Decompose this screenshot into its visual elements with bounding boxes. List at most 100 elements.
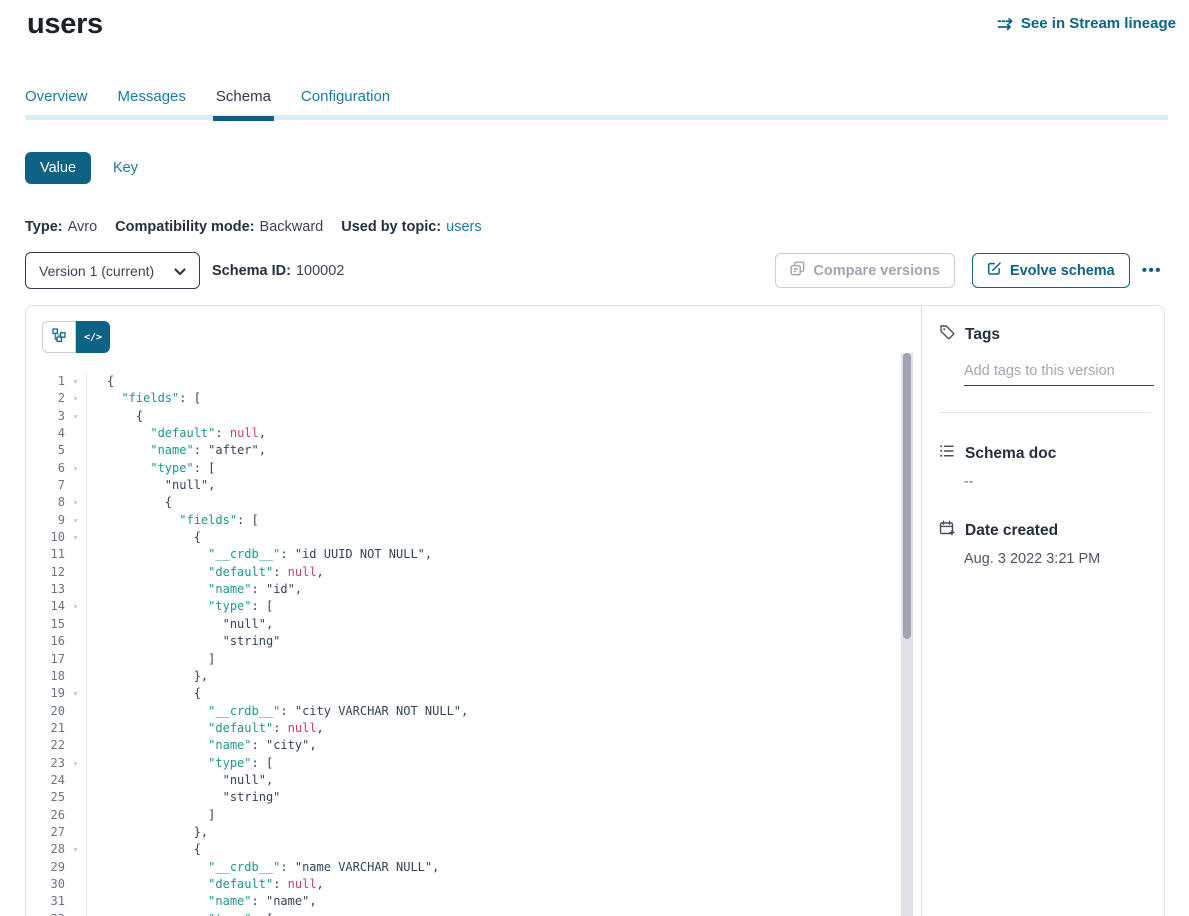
code-text: "default": null,	[86, 564, 896, 581]
edit-icon	[987, 261, 1002, 280]
code-line: 18 },	[26, 668, 896, 685]
code-view-button[interactable]: </>	[76, 321, 110, 353]
code-view-icon: </>	[84, 332, 102, 343]
date-created-header: Date created	[965, 522, 1058, 540]
code-text: "fields": [	[86, 390, 896, 407]
type-value: Avro	[68, 219, 98, 235]
fold-spacer	[65, 720, 86, 737]
fold-arrow-icon[interactable]: ▾	[65, 755, 86, 772]
fold-spacer	[65, 425, 86, 442]
schema-doc-header: Schema doc	[965, 445, 1056, 463]
code-line: 7 "null",	[26, 477, 896, 494]
tab-configuration[interactable]: Configuration	[301, 88, 390, 116]
code-line: 3▾ {	[26, 408, 896, 425]
schema-meta-row: Type: Avro Compatibility mode: Backward …	[25, 219, 482, 235]
evolve-schema-label: Evolve schema	[1010, 263, 1115, 279]
code-text: },	[86, 824, 896, 841]
fold-spacer	[65, 703, 86, 720]
code-line: 30 "default": null,	[26, 876, 896, 893]
code-line: 23▾ "type": [	[26, 755, 896, 772]
fold-arrow-icon[interactable]: ▾	[65, 460, 86, 477]
schema-id-label: Schema ID:	[212, 263, 291, 279]
evolve-schema-button[interactable]: Evolve schema	[972, 253, 1130, 288]
fold-arrow-icon[interactable]: ▾	[65, 685, 86, 702]
fold-arrow-icon[interactable]: ▾	[65, 598, 86, 615]
code-text: "default": null,	[86, 876, 896, 893]
see-in-stream-lineage-link[interactable]: See in Stream lineage	[997, 15, 1176, 32]
value-toggle-button[interactable]: Value	[25, 152, 91, 184]
key-toggle-button[interactable]: Key	[113, 160, 138, 176]
line-number: 26	[26, 807, 65, 824]
code-line: 20 "__crdb__": "city VARCHAR NOT NULL",	[26, 703, 896, 720]
code-text: ]	[86, 807, 896, 824]
doc-list-icon	[939, 443, 955, 464]
fold-arrow-icon[interactable]: ▾	[65, 512, 86, 529]
line-number: 15	[26, 616, 65, 633]
line-number: 11	[26, 546, 65, 563]
code-line: 16 "string"	[26, 633, 896, 650]
code-text: "type": [	[86, 911, 896, 916]
compatibility-label: Compatibility mode:	[115, 219, 254, 235]
fold-spacer	[65, 737, 86, 754]
fold-arrow-icon[interactable]: ▾	[65, 841, 86, 858]
code-line: 32▾ "type": [	[26, 911, 896, 916]
code-scrollbar-thumb[interactable]	[903, 353, 911, 639]
code-text: "type": [	[86, 598, 896, 615]
code-line: 21 "default": null,	[26, 720, 896, 737]
fold-arrow-icon[interactable]: ▾	[65, 390, 86, 407]
code-text: "default": null,	[86, 720, 896, 737]
compare-versions-label: Compare versions	[813, 263, 940, 279]
topic-link[interactable]: users	[446, 219, 481, 235]
code-line: 24 "null",	[26, 772, 896, 789]
fold-spacer	[65, 789, 86, 806]
code-line: 31 "name": "name",	[26, 893, 896, 910]
view-mode-toggle: </>	[42, 321, 110, 353]
tab-messages[interactable]: Messages	[118, 88, 186, 116]
page-title: users	[27, 8, 103, 41]
fold-arrow-icon[interactable]: ▾	[65, 911, 86, 916]
code-line: 13 "name": "id",	[26, 581, 896, 598]
fold-spacer	[65, 546, 86, 563]
code-text: },	[86, 668, 896, 685]
more-actions-button[interactable]: •••	[1136, 262, 1168, 279]
code-text: "null",	[86, 616, 896, 633]
fold-arrow-icon[interactable]: ▾	[65, 408, 86, 425]
line-number: 5	[26, 442, 65, 459]
code-line: 11 "__crdb__": "id UUID NOT NULL",	[26, 546, 896, 563]
line-number: 16	[26, 633, 65, 650]
schema-panel: </> 1▾{2▾ "fields": [3▾ {4 "default": nu…	[25, 305, 1165, 916]
code-line: 22 "name": "city",	[26, 737, 896, 754]
code-line: 6▾ "type": [	[26, 460, 896, 477]
tree-view-button[interactable]	[42, 321, 76, 353]
line-number: 3	[26, 408, 65, 425]
compatibility-mode: Compatibility mode: Backward	[115, 219, 323, 235]
fold-arrow-icon[interactable]: ▾	[65, 529, 86, 546]
code-line: 8▾ {	[26, 494, 896, 511]
tags-input[interactable]	[964, 361, 1154, 386]
code-text: {	[86, 685, 896, 702]
compatibility-value: Backward	[260, 219, 324, 235]
code-scrollbar-track[interactable]	[901, 353, 913, 916]
line-number: 13	[26, 581, 65, 598]
fold-spacer	[65, 616, 86, 633]
code-line: 5 "name": "after",	[26, 442, 896, 459]
compare-versions-button[interactable]: Compare versions	[775, 253, 955, 288]
fold-arrow-icon[interactable]: ▾	[65, 373, 86, 390]
schema-type: Type: Avro	[25, 219, 97, 235]
version-bar: Version 1 (current) Schema ID: 100002 Co…	[25, 252, 1168, 289]
code-text: ]	[86, 651, 896, 668]
code-line: 4 "default": null,	[26, 425, 896, 442]
tab-overview[interactable]: Overview	[25, 88, 88, 116]
line-number: 17	[26, 651, 65, 668]
sidebar-divider	[939, 412, 1151, 413]
code-text: "name": "after",	[86, 442, 896, 459]
code-line: 2▾ "fields": [	[26, 390, 896, 407]
line-number: 9	[26, 512, 65, 529]
fold-spacer	[65, 581, 86, 598]
fold-spacer	[65, 442, 86, 459]
code-line: 9▾ "fields": [	[26, 512, 896, 529]
fold-arrow-icon[interactable]: ▾	[65, 494, 86, 511]
tab-schema[interactable]: Schema	[216, 88, 271, 116]
version-select[interactable]: Version 1 (current)	[25, 252, 200, 289]
code-line: 29 "__crdb__": "name VARCHAR NULL",	[26, 859, 896, 876]
